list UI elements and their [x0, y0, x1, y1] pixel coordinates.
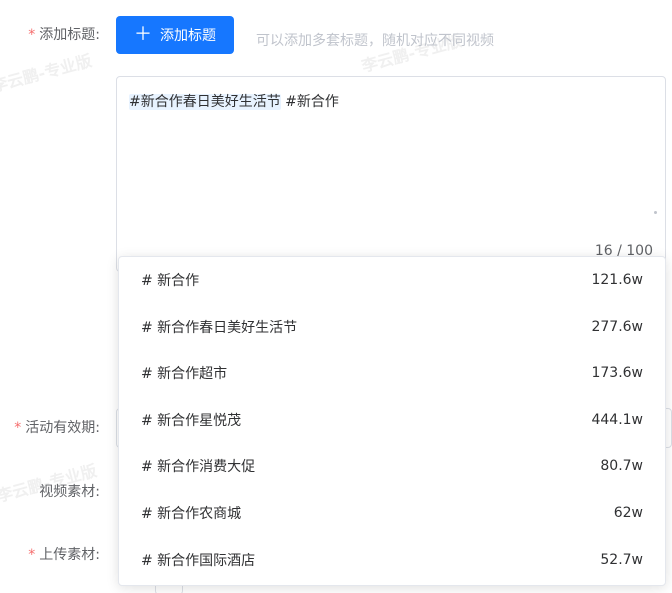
suggestion-tag: # 新合作超市 — [141, 366, 228, 382]
suggestion-tag: # 新合作星悦茂 — [141, 413, 242, 429]
suggestion-item[interactable]: # 新合作星悦茂 444.1w — [119, 397, 665, 443]
suggestion-item[interactable]: # 新合作农商城 62w — [119, 490, 665, 536]
watermark: 李云鹏-专业版 — [0, 50, 94, 96]
suggestion-count: 121.6w — [591, 272, 643, 288]
video-label: 视频素材: — [39, 484, 100, 500]
validity-label: * 活动有效期: — [14, 420, 100, 436]
textarea-content: #新合作春日美好生活节 #新合作 — [129, 91, 339, 113]
add-title-button-label: 添加标题 — [160, 28, 216, 44]
suggestion-tag: # 新合作消费大促 — [141, 459, 256, 475]
typed-topic-text: #新合作 — [280, 94, 339, 110]
suggestion-count: 277.6w — [591, 319, 643, 335]
title-label: * 添加标题: — [28, 27, 100, 43]
upload-label: * 上传素材: — [28, 547, 100, 563]
required-mark: * — [14, 420, 22, 436]
required-mark: * — [28, 27, 36, 43]
plus-icon: ＋ — [134, 24, 152, 45]
suggestion-item[interactable]: # 新合作 121.6w — [119, 257, 665, 303]
suggestion-count: 173.6w — [591, 365, 643, 381]
suggestion-count: 444.1w — [591, 412, 643, 428]
suggestion-item[interactable]: # 新合作消费大促 80.7w — [119, 443, 665, 489]
add-title-button[interactable]: ＋ 添加标题 — [116, 16, 234, 54]
suggestion-count: 62w — [613, 505, 643, 521]
highlighted-topic-tag: #新合作春日美好生活节 — [129, 94, 281, 110]
resize-handle[interactable] — [654, 211, 657, 214]
suggestion-count: 80.7w — [600, 458, 643, 474]
suggestion-tag: # 新合作春日美好生活节 — [141, 320, 298, 336]
required-mark: * — [28, 547, 36, 563]
suggestion-tag: # 新合作 — [141, 273, 200, 289]
title-textarea[interactable]: #新合作春日美好生活节 #新合作 16 / 100 — [116, 76, 666, 272]
suggestion-tag: # 新合作农商城 — [141, 506, 242, 522]
add-title-hint: 可以添加多套标题，随机对应不同视频 — [256, 33, 494, 49]
topic-suggestion-dropdown: # 新合作 121.6w # 新合作春日美好生活节 277.6w # 新合作超市… — [118, 256, 666, 586]
suggestion-item[interactable]: # 新合作国际酒店 52.7w — [119, 537, 665, 583]
suggestion-count: 52.7w — [600, 552, 643, 568]
suggestion-item[interactable]: # 新合作春日美好生活节 277.6w — [119, 304, 665, 350]
form-page: 李云鹏-专业版 李云鹏-专业版 李云鹏-专业版 李云鹏-专业版 李云鹏-专业版 … — [0, 0, 672, 593]
suggestion-tag: # 新合作国际酒店 — [141, 553, 256, 569]
suggestion-item[interactable]: # 新合作超市 173.6w — [119, 350, 665, 396]
